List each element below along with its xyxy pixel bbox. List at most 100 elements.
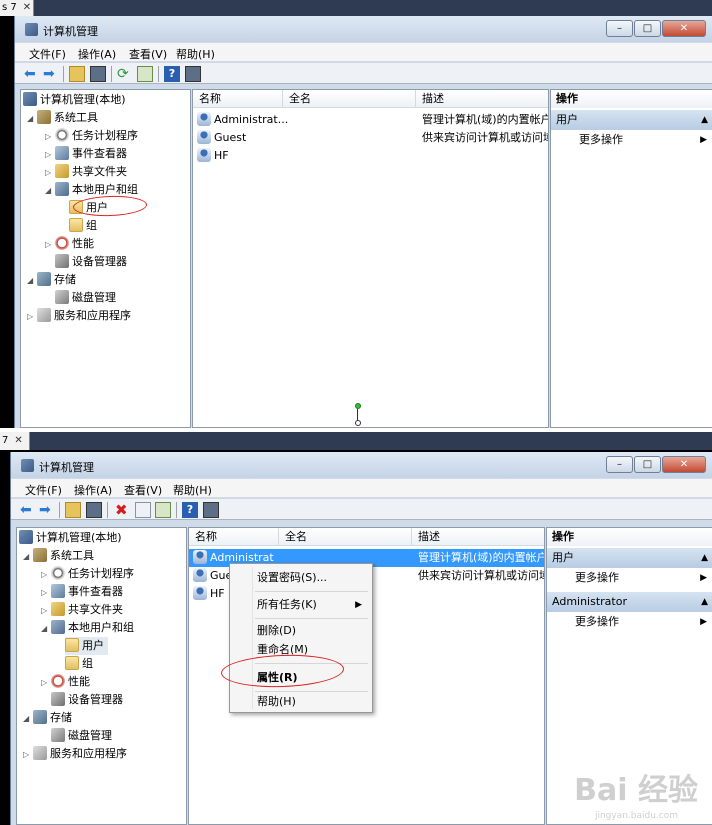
column-header-name[interactable]: 名称 bbox=[193, 90, 283, 108]
column-header-name[interactable]: 名称 bbox=[189, 528, 279, 546]
column-header-description[interactable]: 描述 bbox=[416, 90, 548, 108]
expand-arrow-icon[interactable]: ▷ bbox=[41, 566, 51, 584]
tree-item-groups[interactable]: 组 bbox=[69, 217, 97, 235]
maximize-button[interactable]: □ bbox=[634, 456, 661, 473]
tree-item-shared-folders[interactable]: ▷ 共享文件夹 bbox=[45, 163, 127, 181]
back-arrow-icon[interactable]: ⬅ bbox=[24, 66, 40, 82]
tree-item-storage[interactable]: ◢ 存储 bbox=[23, 709, 72, 727]
menu-action[interactable]: 操作(A) bbox=[78, 46, 116, 62]
tree-item-task-scheduler[interactable]: ▷ 任务计划程序 bbox=[41, 565, 134, 583]
up-folder-icon[interactable] bbox=[65, 502, 81, 518]
expand-arrow-icon[interactable]: ▷ bbox=[41, 674, 51, 692]
expand-arrow-icon[interactable]: ▷ bbox=[27, 308, 37, 326]
export-list-icon[interactable] bbox=[137, 66, 153, 82]
tab-close-icon[interactable]: ✕ bbox=[23, 2, 31, 13]
tree-item-services-apps[interactable]: ▷ 服务和应用程序 bbox=[27, 307, 131, 325]
tree-item-computer-management[interactable]: 计算机管理(本地) bbox=[19, 529, 122, 547]
actions-section-users[interactable]: 用户 ▲ bbox=[547, 548, 712, 568]
tree-item-storage[interactable]: ◢ 存储 bbox=[27, 271, 76, 289]
list-item[interactable]: Guest 供来宾访问计算机或访问域 bbox=[193, 129, 548, 147]
column-header-description[interactable]: 描述 bbox=[412, 528, 544, 546]
collapse-triangle-icon[interactable]: ▲ bbox=[701, 110, 708, 130]
forward-arrow-icon[interactable]: ➡ bbox=[43, 66, 59, 82]
tree-item-disk-management[interactable]: 磁盘管理 bbox=[51, 727, 112, 745]
minimize-button[interactable]: – bbox=[606, 456, 633, 473]
tree-item-device-manager[interactable]: 设备管理器 bbox=[55, 253, 127, 271]
close-button[interactable]: ✕ bbox=[662, 456, 706, 473]
delete-icon[interactable]: ✖ bbox=[115, 502, 131, 518]
tree-item-disk-management[interactable]: 磁盘管理 bbox=[55, 289, 116, 307]
more-actions-item[interactable]: 更多操作 ▶ bbox=[547, 613, 712, 631]
collapse-arrow-icon[interactable]: ◢ bbox=[41, 620, 51, 638]
resize-handle-icon[interactable] bbox=[355, 420, 361, 426]
expand-arrow-icon[interactable]: ▷ bbox=[41, 584, 51, 602]
minimize-button[interactable]: – bbox=[606, 20, 633, 37]
tab-close-icon[interactable]: ✕ bbox=[14, 435, 22, 446]
show-hide-tree-icon[interactable] bbox=[86, 502, 102, 518]
tree-item-system-tools[interactable]: ◢ 系统工具 bbox=[23, 547, 94, 565]
menu-item-delete[interactable]: 删除(D) bbox=[230, 621, 372, 641]
back-arrow-icon[interactable]: ⬅ bbox=[20, 502, 36, 518]
collapse-triangle-icon[interactable]: ▲ bbox=[701, 548, 708, 568]
tree-item-shared-folders[interactable]: ▷ 共享文件夹 bbox=[41, 601, 123, 619]
more-actions-item[interactable]: 更多操作 ▶ bbox=[551, 131, 712, 149]
menu-help[interactable]: 帮助(H) bbox=[173, 482, 212, 498]
export-list-icon[interactable] bbox=[155, 502, 171, 518]
tree-item-system-tools[interactable]: ◢ 系统工具 bbox=[27, 109, 98, 127]
collapse-arrow-icon[interactable]: ◢ bbox=[23, 548, 33, 566]
collapse-arrow-icon[interactable]: ◢ bbox=[45, 182, 55, 200]
tree-item-task-scheduler[interactable]: ▷ 任务计划程序 bbox=[45, 127, 138, 145]
actions-section-administrator[interactable]: Administrator ▲ bbox=[547, 592, 712, 612]
up-folder-icon[interactable] bbox=[69, 66, 85, 82]
close-button[interactable]: ✕ bbox=[662, 20, 706, 37]
tree-item-computer-management[interactable]: 计算机管理(本地) bbox=[23, 91, 126, 109]
collapse-arrow-icon[interactable]: ◢ bbox=[27, 272, 37, 290]
tab-win7[interactable]: 7 ✕ bbox=[0, 432, 30, 450]
forward-arrow-icon[interactable]: ➡ bbox=[39, 502, 55, 518]
menu-item-help[interactable]: 帮助(H) bbox=[230, 692, 372, 712]
expand-arrow-icon[interactable]: ▷ bbox=[45, 164, 55, 182]
menu-file[interactable]: 文件(F) bbox=[29, 46, 66, 62]
tree-item-event-viewer[interactable]: ▷ 事件查看器 bbox=[45, 145, 127, 163]
expand-arrow-icon[interactable]: ▷ bbox=[45, 146, 55, 164]
expand-arrow-icon[interactable]: ▷ bbox=[45, 236, 55, 254]
tab-win7[interactable]: s 7 ✕ bbox=[0, 0, 34, 16]
menu-view[interactable]: 查看(V) bbox=[129, 46, 167, 62]
menu-file[interactable]: 文件(F) bbox=[25, 482, 62, 498]
menu-item-all-tasks[interactable]: 所有任务(K) ▶ bbox=[230, 595, 372, 615]
expand-arrow-icon[interactable]: ▷ bbox=[41, 602, 51, 620]
resize-handle-icon[interactable] bbox=[355, 403, 361, 409]
tree-item-device-manager[interactable]: 设备管理器 bbox=[51, 691, 123, 709]
tree-item-services-apps[interactable]: ▷ 服务和应用程序 bbox=[23, 745, 127, 763]
column-header-fullname[interactable]: 全名 bbox=[279, 528, 412, 546]
properties-icon[interactable] bbox=[135, 502, 151, 518]
tree-item-local-users-groups[interactable]: ◢ 本地用户和组 bbox=[41, 619, 134, 637]
collapse-triangle-icon[interactable]: ▲ bbox=[701, 592, 708, 612]
tree-item-users[interactable]: 用户 bbox=[65, 637, 108, 655]
menu-view[interactable]: 查看(V) bbox=[124, 482, 162, 498]
tree-item-performance[interactable]: ▷ 性能 bbox=[41, 673, 90, 691]
show-hide-action-pane-icon[interactable] bbox=[185, 66, 201, 82]
tree-item-event-viewer[interactable]: ▷ 事件查看器 bbox=[41, 583, 123, 601]
show-hide-tree-icon[interactable] bbox=[90, 66, 106, 82]
refresh-icon[interactable]: ⟳ bbox=[117, 66, 133, 82]
expand-arrow-icon[interactable]: ▷ bbox=[45, 128, 55, 146]
help-icon[interactable]: ? bbox=[164, 66, 180, 82]
help-icon[interactable]: ? bbox=[182, 502, 198, 518]
expand-arrow-icon[interactable]: ▷ bbox=[23, 746, 33, 764]
menu-action[interactable]: 操作(A) bbox=[74, 482, 112, 498]
menu-item-set-password[interactable]: 设置密码(S)... bbox=[230, 568, 372, 588]
maximize-button[interactable]: □ bbox=[634, 20, 661, 37]
tree-item-performance[interactable]: ▷ 性能 bbox=[45, 235, 94, 253]
more-actions-item[interactable]: 更多操作 ▶ bbox=[547, 569, 712, 587]
list-item[interactable]: HF bbox=[193, 147, 548, 165]
show-hide-action-pane-icon[interactable] bbox=[203, 502, 219, 518]
collapse-arrow-icon[interactable]: ◢ bbox=[27, 110, 37, 128]
menu-help[interactable]: 帮助(H) bbox=[176, 46, 215, 62]
list-item[interactable]: Administrat... 管理计算机(域)的内置帐户 bbox=[193, 111, 548, 129]
tab-strip: s 7 ✕ bbox=[0, 0, 712, 16]
collapse-arrow-icon[interactable]: ◢ bbox=[23, 710, 33, 728]
actions-section-users[interactable]: 用户 ▲ bbox=[551, 110, 712, 130]
tree-item-groups[interactable]: 组 bbox=[65, 655, 93, 673]
column-header-fullname[interactable]: 全名 bbox=[283, 90, 416, 108]
